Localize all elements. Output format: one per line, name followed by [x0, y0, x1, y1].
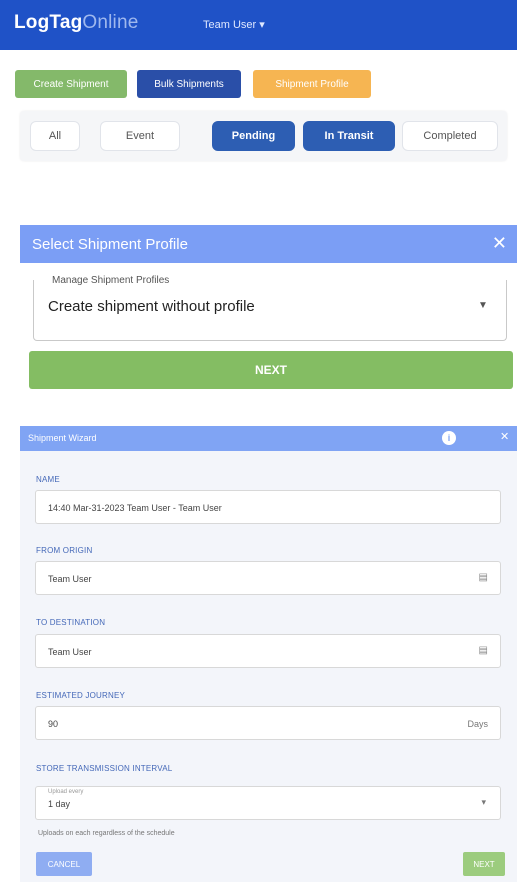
destination-value: Team User [48, 647, 92, 657]
interval-select[interactable]: Upload every 1 day ▾ [35, 786, 501, 820]
origin-label: FROM ORIGIN [36, 546, 93, 555]
filter-tab-pending[interactable]: Pending [212, 121, 295, 151]
journey-field[interactable]: 90 Days [35, 706, 501, 740]
journey-label: ESTIMATED JOURNEY [36, 691, 126, 700]
filter-bar: All Event Pending In Transit Completed [20, 111, 507, 161]
wizard-title: Shipment Wizard [28, 433, 97, 443]
user-menu[interactable]: Team User ▾ [203, 18, 265, 31]
origin-field[interactable]: Team User ▤ [35, 561, 501, 595]
chevron-down-icon[interactable]: ▼ [478, 300, 488, 311]
location-picker-icon[interactable]: ▤ [479, 572, 488, 583]
create-shipment-button[interactable]: Create Shipment [15, 70, 127, 98]
name-label: NAME [36, 475, 60, 484]
bulk-shipments-button[interactable]: Bulk Shipments [137, 70, 241, 98]
cancel-button[interactable]: CANCEL [36, 852, 92, 876]
upload-note: Uploads on each regardless of the schedu… [38, 830, 175, 837]
info-icon[interactable]: i [442, 431, 456, 445]
interval-value: 1 day [48, 799, 71, 809]
app-logo[interactable]: LogTagOnline [14, 12, 139, 34]
location-picker-icon[interactable]: ▤ [479, 645, 488, 656]
wizard-next-button[interactable]: NEXT [463, 852, 505, 876]
name-value: 14:40 Mar-31-2023 Team User - Team User [48, 503, 222, 513]
profile-next-button[interactable]: NEXT [29, 351, 513, 389]
name-field[interactable]: 14:40 Mar-31-2023 Team User - Team User [35, 490, 501, 524]
filter-tab-all[interactable]: All [30, 121, 80, 151]
filter-tab-in-transit[interactable]: In Transit [303, 121, 395, 151]
brand-suffix: Online [82, 12, 139, 33]
journey-unit: Days [467, 719, 488, 729]
destination-field[interactable]: Team User ▤ [35, 634, 501, 668]
profile-dialog-header: Select Shipment Profile ✕ [20, 225, 517, 263]
filter-tab-completed[interactable]: Completed [402, 121, 498, 151]
journey-value: 90 [48, 719, 59, 729]
brand-main: LogTag [14, 12, 83, 33]
close-icon[interactable]: ✕ [492, 233, 507, 253]
app-header: LogTagOnline Team User ▾ [0, 0, 517, 50]
filter-tab-event[interactable]: Event [100, 121, 180, 151]
shipment-profile-button[interactable]: Shipment Profile [253, 70, 371, 98]
interval-label: STORE TRANSMISSION INTERVAL [36, 764, 173, 773]
profile-select-value: Create shipment without profile [48, 298, 255, 315]
close-icon[interactable]: ✕ [500, 430, 509, 443]
interval-sublabel: Upload every [48, 789, 84, 795]
profile-dialog-title: Select Shipment Profile [32, 236, 188, 253]
profile-select-label: Manage Shipment Profiles [50, 275, 172, 286]
destination-label: TO DESTINATION [36, 618, 106, 627]
origin-value: Team User [48, 574, 92, 584]
chevron-down-icon[interactable]: ▾ [481, 797, 486, 808]
